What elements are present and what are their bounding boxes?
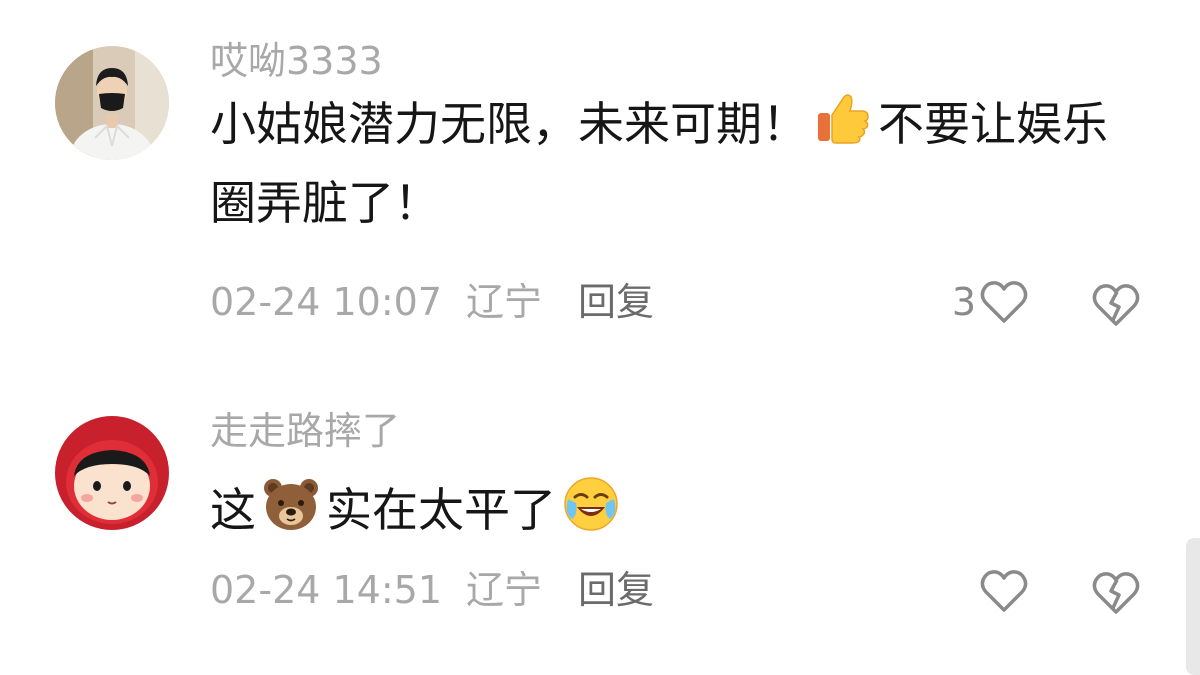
comment-meta: 02-24 10:07 辽宁 回复 [210,278,654,326]
avatar[interactable] [55,416,169,530]
comment-meta: 02-24 14:51 辽宁 回复 [210,566,654,614]
comment-text-part: 实在太平了 [326,483,556,537]
heart-icon [980,570,1028,612]
comment-text-part: 小姑娘潜力无限，未来可期！ [210,97,808,151]
location: 辽宁 [466,280,543,324]
reply-button[interactable]: 回复 [578,280,654,324]
like-button[interactable] [976,568,1030,614]
username[interactable]: 哎呦3333 [210,38,383,84]
timestamp: 02-24 10:07 [210,280,443,324]
reply-button[interactable]: 回复 [578,568,654,612]
thumbs-up-icon [814,89,872,167]
comment-item: 哎呦3333 小姑娘潜力无限，未来可期！ 不要让娱乐圈弄脏了！ 02-24 10… [0,0,1200,360]
avatar[interactable] [55,46,169,160]
comment-text: 小姑娘潜力无限，未来可期！ 不要让娱乐圈弄脏了！ [210,88,1140,239]
scrollbar[interactable] [1186,538,1200,675]
location: 辽宁 [466,568,543,612]
user-avatar-image [55,416,169,530]
heart-icon [980,281,1028,323]
comment-item: 走走路摔了 这 实在太平了 02-24 14:51 辽宁 回复 [0,360,1200,660]
like-count: 3 [951,280,976,324]
broken-heart-icon [1092,284,1140,326]
like-button[interactable]: 3 [952,278,1030,326]
broken-heart-icon [1092,572,1140,614]
timestamp: 02-24 14:51 [210,568,443,612]
bear-face-icon [262,476,320,552]
comment-text-part: 这 [210,483,256,537]
crying-laughing-icon [562,475,620,553]
dislike-button[interactable] [1090,570,1142,620]
comment-text: 这 实在太平了 [210,474,1140,553]
dislike-button[interactable] [1090,282,1142,332]
username[interactable]: 走走路摔了 [210,408,400,454]
user-avatar-image [55,46,169,160]
